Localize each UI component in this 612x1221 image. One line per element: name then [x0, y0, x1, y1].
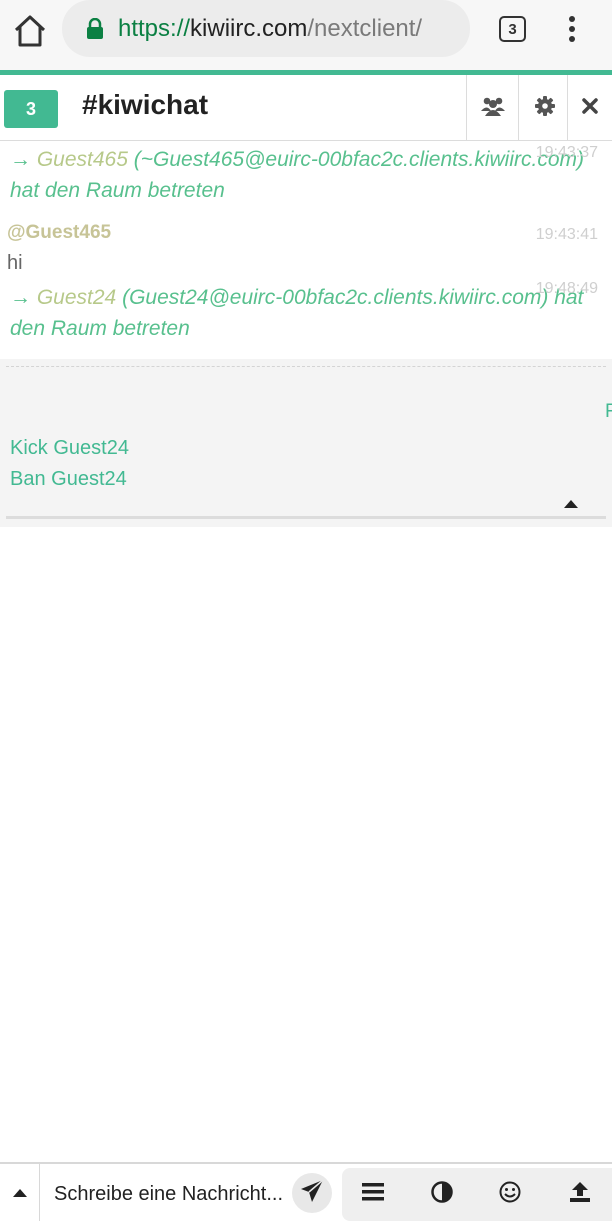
message-time: 19:43:37 [535, 144, 598, 161]
browser-toolbar: https://kiwiirc.com/nextclient/ 3 [0, 0, 612, 70]
collapse-caret-icon[interactable] [564, 495, 578, 513]
upload-button[interactable] [555, 1168, 605, 1221]
more-vert-icon[interactable] [562, 14, 582, 44]
message-nick[interactable]: Guest465 [37, 148, 128, 171]
message-input[interactable] [54, 1179, 294, 1209]
message-time: 19:43:41 [535, 226, 598, 243]
channel-header: 3 #kiwichat [0, 75, 612, 141]
message-nick[interactable]: @Guest465 [0, 218, 604, 248]
theme-toggle-button[interactable] [417, 1168, 467, 1221]
url-text: https://kiwiirc.com/nextclient/ [118, 14, 422, 44]
ban-user-link[interactable]: Ban Guest24 [10, 468, 127, 491]
menu-button[interactable] [348, 1168, 398, 1221]
caret-up-icon [12, 1184, 27, 1202]
toggle-panel-button[interactable] [0, 1164, 40, 1221]
emoji-button[interactable] [485, 1168, 535, 1221]
hamburger-icon [362, 1183, 384, 1206]
input-tools [342, 1168, 612, 1221]
channel-count-badge[interactable]: 3 [4, 90, 58, 128]
user-info-truncated-text: F [605, 401, 612, 422]
tab-switcher-button[interactable]: 3 [499, 16, 526, 42]
users-icon [480, 96, 505, 121]
kick-user-link[interactable]: Kick Guest24 [10, 437, 129, 460]
message-join: 19:48:49 → Guest24 (Guest24@euirc-00bfac… [0, 280, 612, 358]
send-button[interactable] [292, 1173, 332, 1213]
user-info-box: F Kick Guest24 Ban Guest24 [0, 359, 612, 527]
url-path: /nextclient/ [307, 15, 423, 42]
close-channel-button[interactable] [567, 75, 612, 141]
address-bar[interactable]: https://kiwiirc.com/nextclient/ [62, 0, 470, 57]
message-nick[interactable]: Guest24 [37, 286, 116, 309]
message-input-bar [0, 1162, 612, 1221]
smiley-icon [499, 1181, 521, 1208]
message-list: 19:43:37 → Guest465 (~Guest465@euirc-00b… [0, 142, 612, 358]
contrast-icon [431, 1181, 453, 1208]
close-icon [582, 97, 598, 119]
message-time: 19:48:49 [535, 280, 598, 297]
nicklist-button[interactable] [466, 75, 518, 141]
home-icon[interactable] [12, 13, 48, 49]
channel-settings-button[interactable] [518, 75, 570, 141]
divider [6, 366, 606, 367]
message-join: 19:43:37 → Guest465 (~Guest465@euirc-00b… [0, 142, 612, 206]
channel-title: #kiwichat [82, 89, 209, 120]
message-join-text: → Guest24 (Guest24@euirc-00bfac2c.client… [10, 286, 584, 340]
url-host: kiwiirc.com [190, 15, 308, 42]
divider [6, 516, 606, 519]
upload-icon [568, 1180, 592, 1209]
message-chat: 19:43:41 @Guest465 hi [0, 206, 612, 282]
message-body: hi [7, 252, 23, 274]
url-scheme: https:// [118, 15, 191, 42]
message-join-text: → Guest465 (~Guest465@euirc-00bfac2c.cli… [10, 148, 584, 202]
lock-icon [86, 17, 104, 40]
gear-icon [534, 95, 555, 121]
paper-plane-icon [300, 1178, 324, 1208]
